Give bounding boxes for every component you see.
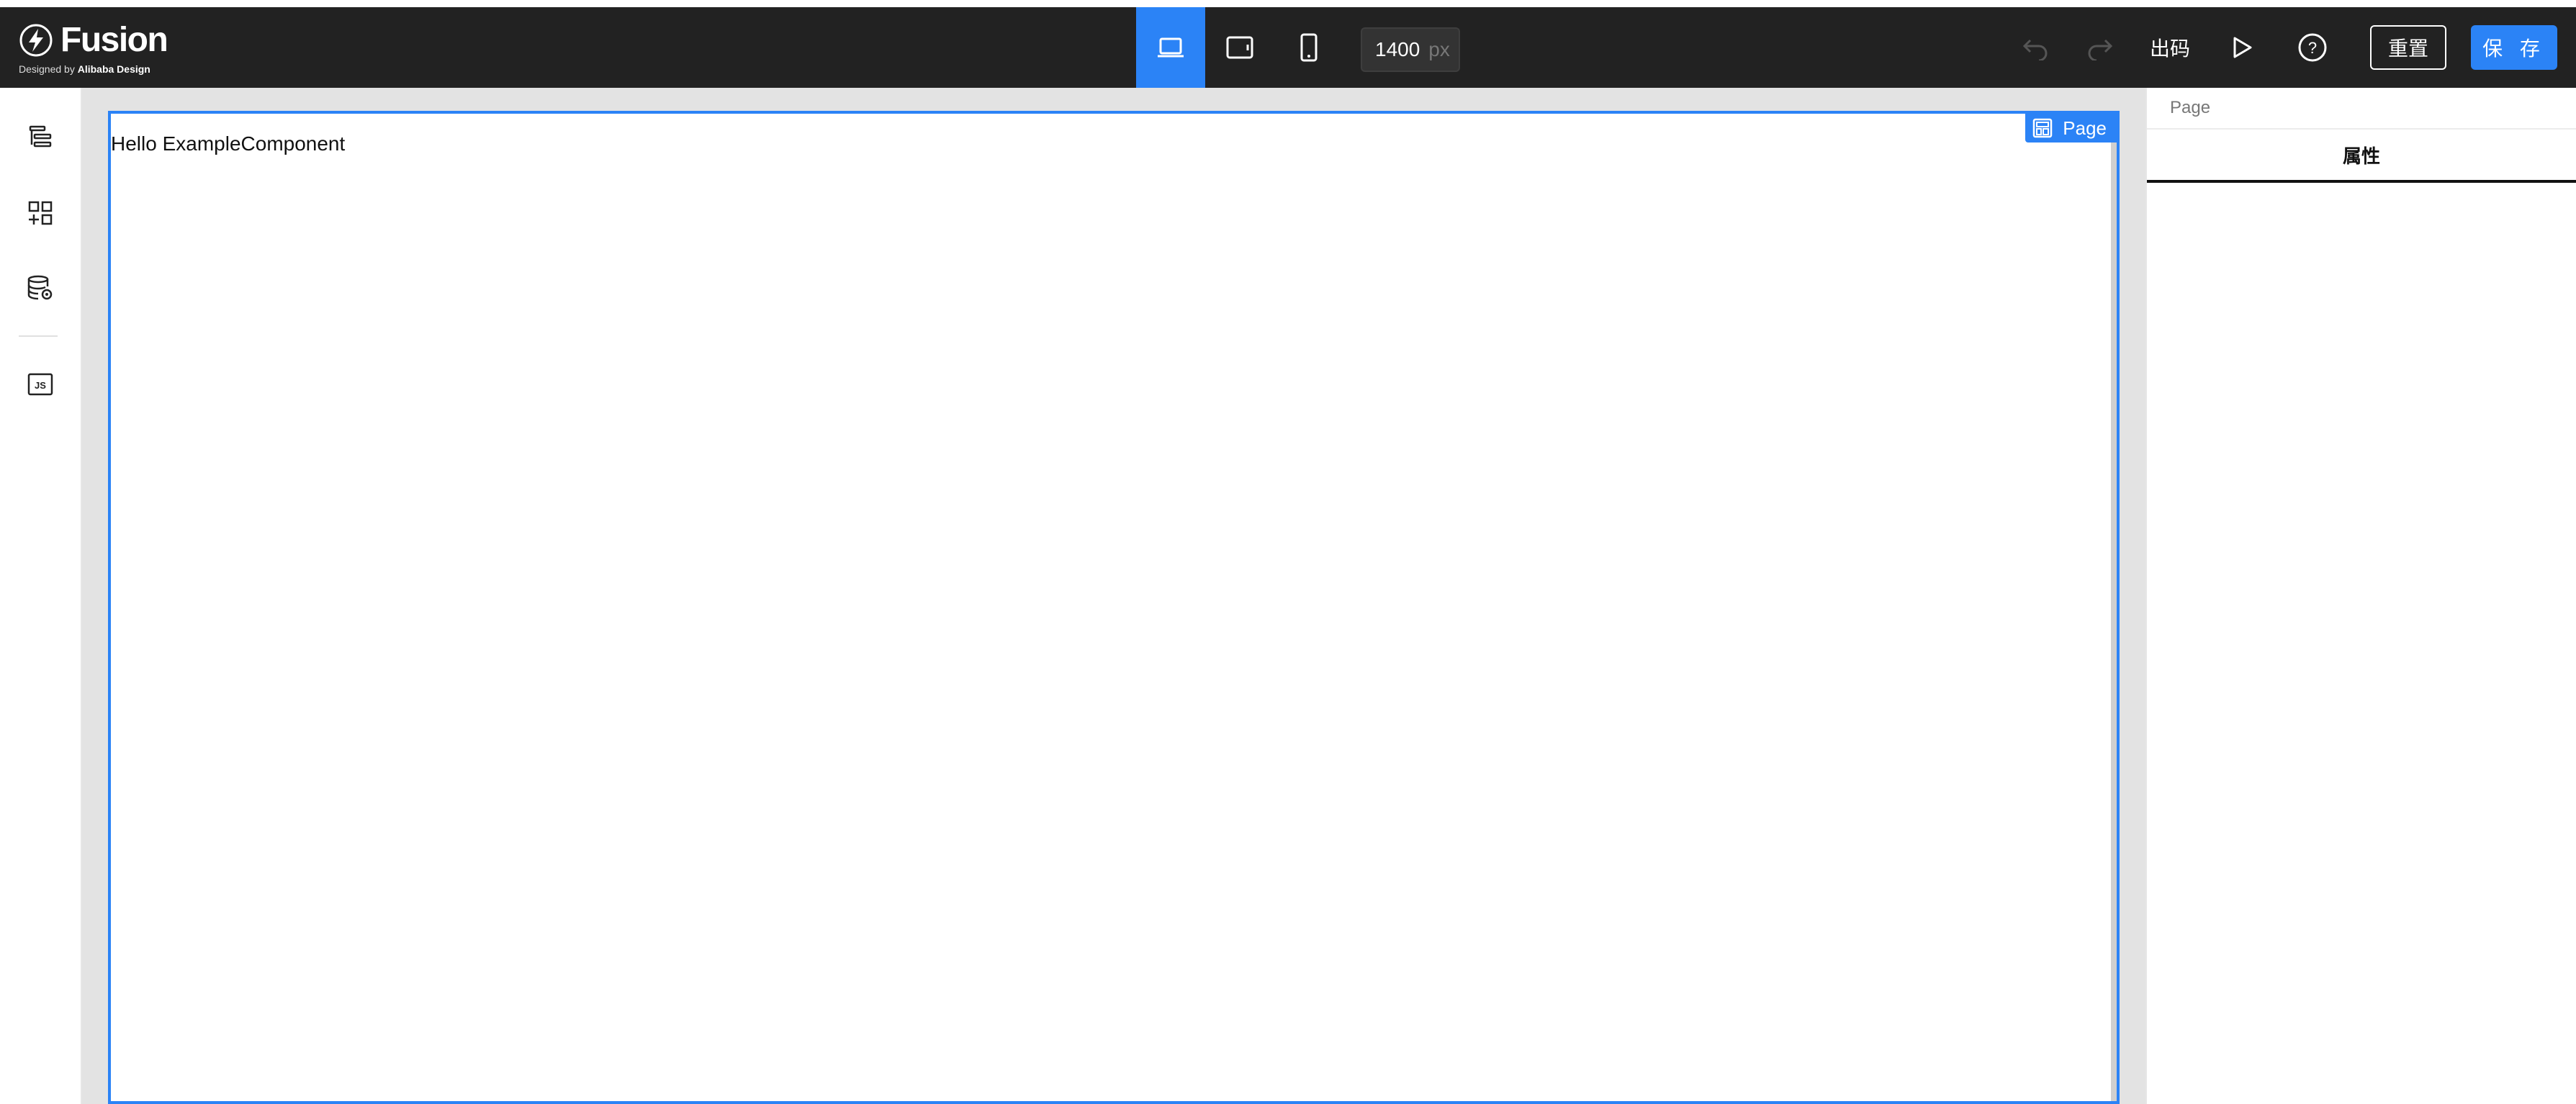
component-library-icon: [28, 201, 53, 225]
selected-node-label: Page: [2063, 117, 2107, 139]
redo-icon: [2088, 39, 2113, 60]
brand-tagline-prefix: Designed by: [19, 63, 75, 75]
top-toolbar: Fusion Designed by Alibaba Design 1400 p…: [0, 7, 2576, 88]
mobile-icon: [1300, 33, 1318, 62]
sidebar-item-js[interactable]: JS: [24, 368, 56, 400]
svg-text:?: ?: [2308, 39, 2317, 57]
left-sidebar: JS: [0, 88, 82, 1104]
play-icon: [2233, 37, 2252, 58]
fusion-logo[interactable]: Fusion Designed by Alibaba Design: [19, 19, 177, 76]
svg-text:JS: JS: [35, 380, 46, 391]
sidebar-item-outline[interactable]: [24, 121, 56, 153]
selected-node-badge[interactable]: Page: [2025, 114, 2117, 142]
tab-properties[interactable]: 属性: [2147, 130, 2576, 183]
device-desktop-button[interactable]: [1136, 7, 1205, 88]
device-mobile-button[interactable]: [1274, 7, 1343, 88]
design-canvas: Hello ExampleComponent Page: [82, 88, 2145, 1104]
export-code-button[interactable]: 出码: [2150, 33, 2190, 62]
help-button[interactable]: ?: [2297, 32, 2328, 63]
canvas-width-unit: px: [1428, 38, 1450, 60]
sidebar-divider: [19, 335, 58, 337]
preview-button[interactable]: [2226, 32, 2258, 63]
help-icon: ?: [2298, 33, 2327, 62]
brand-name: Fusion: [60, 21, 168, 59]
breadcrumb-page[interactable]: Page: [2170, 98, 2210, 118]
js-code-icon: JS: [27, 373, 53, 396]
device-tablet-button[interactable]: [1205, 7, 1274, 88]
top-strip: [0, 0, 2576, 7]
undo-button[interactable]: [2020, 32, 2052, 63]
brand-tagline-brand: Alibaba Design: [77, 63, 150, 75]
save-button[interactable]: 保 存: [2471, 25, 2557, 70]
desktop-icon: [1158, 37, 1184, 58]
example-component-text[interactable]: Hello ExampleComponent: [111, 132, 345, 155]
settings-panel: Page 属性: [2145, 88, 2576, 1104]
page-scrollbar[interactable]: [2111, 114, 2117, 1101]
settings-breadcrumb: Page: [2147, 88, 2576, 130]
fusion-logo-icon: [19, 24, 53, 57]
undo-icon: [2022, 39, 2048, 60]
sidebar-item-datasource[interactable]: [24, 272, 56, 304]
page-node-icon: [2033, 118, 2053, 138]
canvas-width-value: 1400: [1375, 38, 1420, 60]
redo-button[interactable]: [2084, 32, 2115, 63]
canvas-width-input[interactable]: 1400 px: [1361, 27, 1460, 72]
page-frame[interactable]: Hello ExampleComponent Page: [108, 111, 2120, 1104]
outline-tree-icon: [29, 125, 52, 148]
brand-tagline: Designed by Alibaba Design: [19, 63, 150, 75]
sidebar-item-components[interactable]: [24, 197, 56, 229]
tablet-icon: [1226, 36, 1253, 59]
data-source-icon: [27, 275, 53, 300]
reset-button[interactable]: 重置: [2370, 25, 2446, 70]
